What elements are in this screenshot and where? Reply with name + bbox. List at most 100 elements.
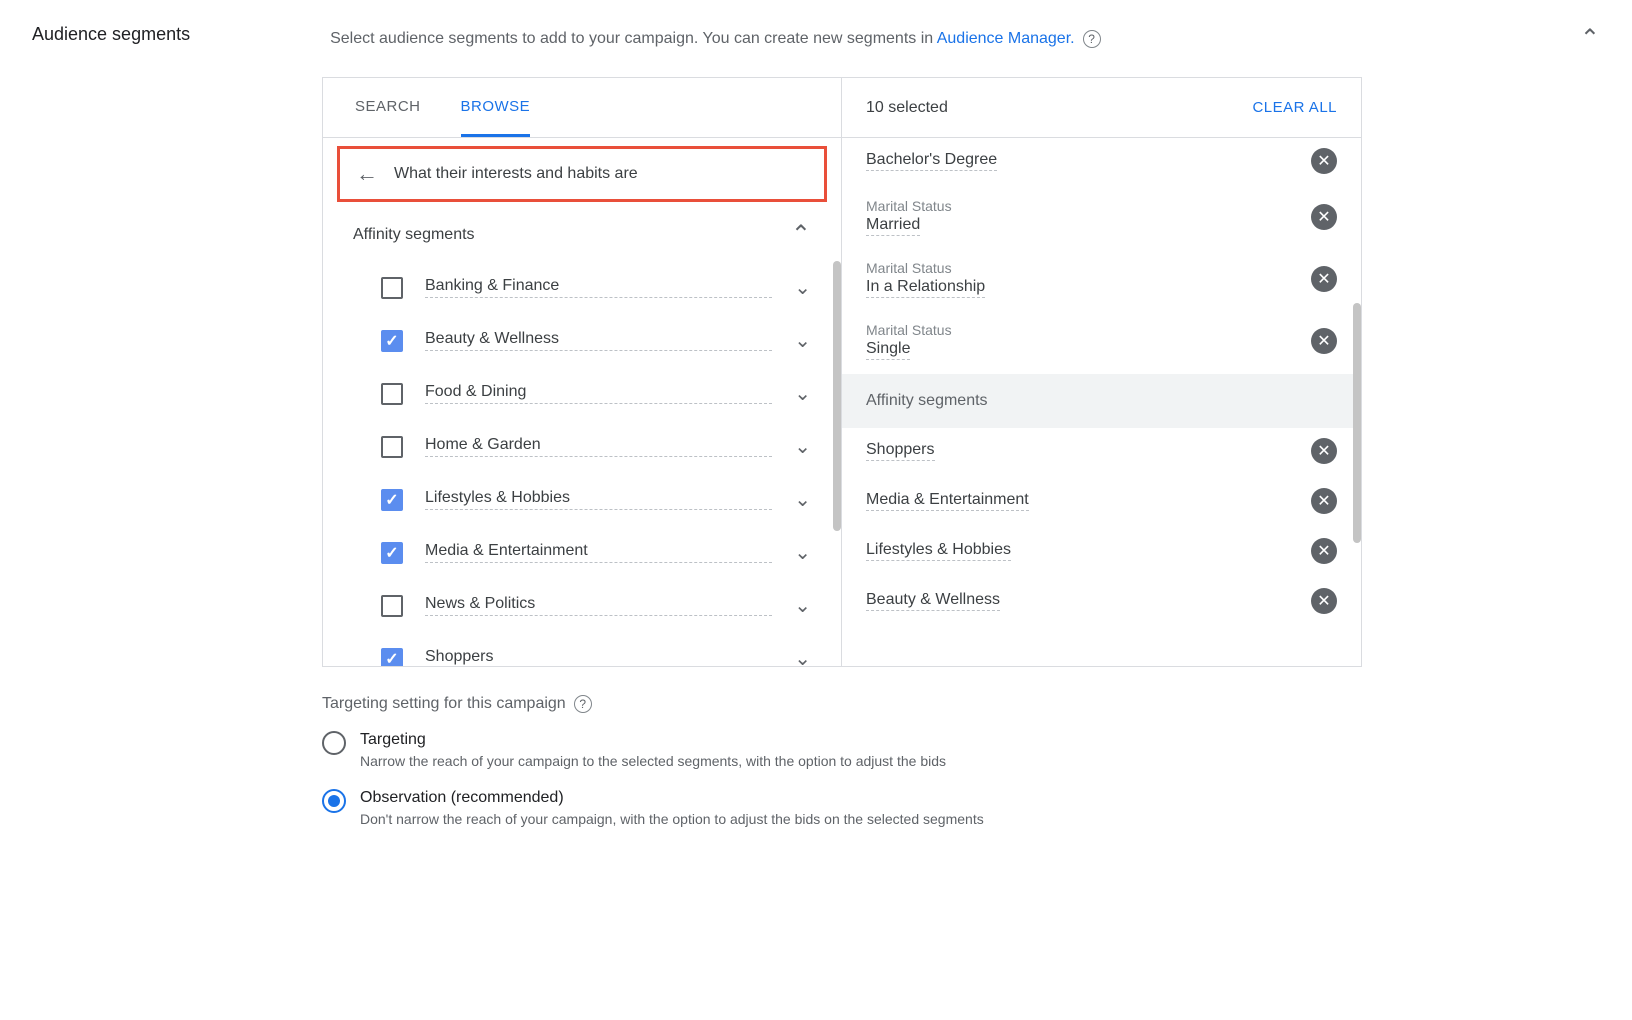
collapse-chevron-icon[interactable]: ⌃ (1580, 24, 1600, 53)
selected-item: Lifestyles & Hobbies ✕ (842, 528, 1361, 578)
checkbox[interactable] (381, 436, 403, 458)
checkmark-icon: ✓ (385, 649, 398, 667)
radio-label: Targeting (360, 731, 946, 749)
chevron-up-icon: ⌃ (791, 220, 811, 249)
chevron-down-icon[interactable]: ⌄ (794, 381, 811, 406)
tab-browse[interactable]: BROWSE (461, 78, 531, 137)
selected-value: Beauty & Wellness (866, 591, 1000, 611)
checkbox[interactable] (381, 277, 403, 299)
list-item[interactable]: ✓ Beauty & Wellness ⌄ (323, 314, 841, 367)
selected-value: Married (866, 216, 920, 236)
audience-panel: SEARCH BROWSE ← What their interests and… (322, 77, 1362, 667)
checkmark-icon: ✓ (385, 490, 398, 510)
group-header-affinity: Affinity segments (842, 374, 1361, 428)
remove-button[interactable]: ✕ (1311, 148, 1337, 174)
chevron-down-icon[interactable]: ⌄ (794, 275, 811, 300)
item-label: Banking & Finance (425, 277, 772, 298)
selected-item: Marital Status Single ✕ (842, 312, 1361, 374)
selected-item: Marital Status Married ✕ (842, 188, 1361, 250)
selected-category: Marital Status (866, 260, 985, 276)
scrollbar-thumb[interactable] (833, 261, 841, 531)
page-title: Audience segments (32, 24, 190, 45)
breadcrumb: ← What their interests and habits are (337, 146, 827, 202)
selected-value: Media & Entertainment (866, 491, 1029, 511)
radio-button[interactable] (322, 789, 346, 813)
list-item[interactable]: Banking & Finance ⌄ (323, 261, 841, 314)
targeting-section: Targeting setting for this campaign ? Ta… (322, 695, 1600, 827)
selected-value: Single (866, 340, 910, 360)
radio-option-observation[interactable]: Observation (recommended) Don't narrow t… (322, 789, 1600, 827)
list-item[interactable]: ✓ Shoppers ⌄ (323, 632, 841, 666)
selected-value: In a Relationship (866, 278, 985, 298)
checkbox[interactable]: ✓ (381, 330, 403, 352)
list-item[interactable]: News & Politics ⌄ (323, 579, 841, 632)
selected-value: Bachelor's Degree (866, 151, 997, 171)
checkmark-icon: ✓ (385, 331, 398, 351)
section-header: Audience segments Select audience segmen… (32, 24, 1600, 53)
remove-button[interactable]: ✕ (1311, 488, 1337, 514)
selected-category: Marital Status (866, 198, 952, 214)
scrollbar-thumb[interactable] (1353, 303, 1361, 543)
selected-item: Bachelor's Degree ✕ (842, 138, 1361, 188)
chevron-down-icon[interactable]: ⌄ (794, 328, 811, 353)
list-item[interactable]: ✓ Media & Entertainment ⌄ (323, 526, 841, 579)
selected-item: Shoppers ✕ (842, 428, 1361, 478)
remove-button[interactable]: ✕ (1311, 438, 1337, 464)
help-icon[interactable]: ? (1083, 30, 1101, 48)
help-icon[interactable]: ? (574, 695, 592, 713)
selected-list: Bachelor's Degree ✕ Marital Status Marri… (842, 138, 1361, 666)
targeting-title: Targeting setting for this campaign ? (322, 695, 1600, 713)
item-label: Shoppers (425, 648, 772, 666)
checkbox[interactable]: ✓ (381, 648, 403, 667)
list-item[interactable]: Home & Garden ⌄ (323, 420, 841, 473)
radio-option-targeting[interactable]: Targeting Narrow the reach of your campa… (322, 731, 1600, 769)
item-label: News & Politics (425, 595, 772, 616)
radio-button[interactable] (322, 731, 346, 755)
item-label: Media & Entertainment (425, 542, 772, 563)
remove-button[interactable]: ✕ (1311, 328, 1337, 354)
back-arrow-icon[interactable]: ← (356, 161, 378, 187)
clear-all-button[interactable]: CLEAR ALL (1252, 99, 1337, 116)
checkmark-icon: ✓ (385, 543, 398, 563)
selected-value: Lifestyles & Hobbies (866, 541, 1011, 561)
selected-item: Media & Entertainment ✕ (842, 478, 1361, 528)
checkbox[interactable] (381, 383, 403, 405)
selected-pane: 10 selected CLEAR ALL Bachelor's Degree … (842, 78, 1361, 666)
remove-button[interactable]: ✕ (1311, 266, 1337, 292)
breadcrumb-text: What their interests and habits are (394, 165, 638, 183)
radio-dot-icon (328, 795, 340, 807)
header-description: Select audience segments to add to your … (330, 30, 1074, 48)
chevron-down-icon[interactable]: ⌄ (794, 434, 811, 459)
chevron-down-icon[interactable]: ⌄ (794, 593, 811, 618)
tab-bar: SEARCH BROWSE (323, 78, 841, 138)
checkbox[interactable] (381, 595, 403, 617)
selected-item: Marital Status In a Relationship ✕ (842, 250, 1361, 312)
segment-list: Banking & Finance ⌄ ✓ Beauty & Wellness … (323, 261, 841, 666)
checkbox[interactable]: ✓ (381, 542, 403, 564)
list-item[interactable]: ✓ Lifestyles & Hobbies ⌄ (323, 473, 841, 526)
selected-item: Beauty & Wellness ✕ (842, 578, 1361, 628)
radio-description: Don't narrow the reach of your campaign,… (360, 811, 984, 827)
item-label: Home & Garden (425, 436, 772, 457)
remove-button[interactable]: ✕ (1311, 204, 1337, 230)
item-label: Beauty & Wellness (425, 330, 772, 351)
selected-header: 10 selected CLEAR ALL (842, 78, 1361, 138)
item-label: Lifestyles & Hobbies (425, 489, 772, 510)
remove-button[interactable]: ✕ (1311, 538, 1337, 564)
list-item[interactable]: Food & Dining ⌄ (323, 367, 841, 420)
selected-count: 10 selected (866, 99, 948, 117)
remove-button[interactable]: ✕ (1311, 588, 1337, 614)
category-title: Affinity segments (353, 226, 475, 244)
selected-category: Marital Status (866, 322, 952, 338)
item-label: Food & Dining (425, 383, 772, 404)
category-header[interactable]: Affinity segments ⌃ (323, 202, 841, 261)
tab-search[interactable]: SEARCH (355, 78, 421, 137)
audience-manager-link[interactable]: Audience Manager. (937, 30, 1075, 47)
browse-pane: SEARCH BROWSE ← What their interests and… (323, 78, 842, 666)
chevron-down-icon[interactable]: ⌄ (794, 646, 811, 666)
selected-value: Shoppers (866, 441, 935, 461)
chevron-down-icon[interactable]: ⌄ (794, 487, 811, 512)
radio-description: Narrow the reach of your campaign to the… (360, 753, 946, 769)
checkbox[interactable]: ✓ (381, 489, 403, 511)
chevron-down-icon[interactable]: ⌄ (794, 540, 811, 565)
